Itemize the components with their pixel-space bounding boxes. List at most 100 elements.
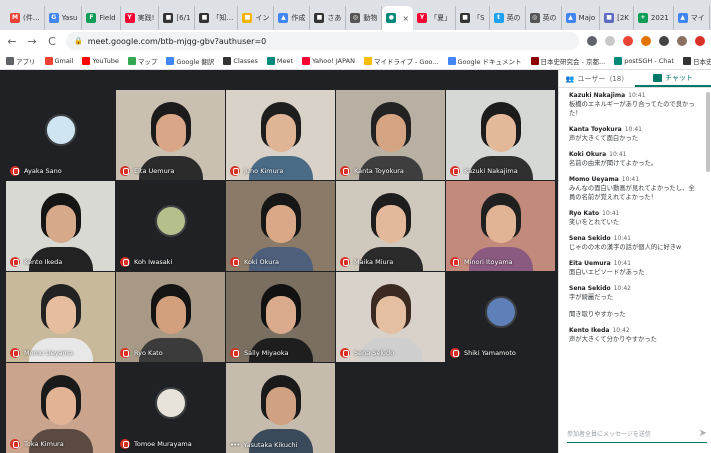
- participant-tile[interactable]: Sally Miyaoka: [226, 272, 335, 362]
- tab-favicon-icon: ■: [460, 13, 471, 23]
- meet-side-panel: 👥 ユーザー（18） チャット Kazuki Nakajima 10:41 板橋のエ…: [558, 70, 711, 453]
- mic-muted-icon: [120, 257, 130, 267]
- bookmark-item[interactable]: Google 翻訳: [166, 56, 214, 66]
- extension-icon[interactable]: [623, 36, 633, 46]
- bookmark-item[interactable]: Meet: [266, 56, 293, 65]
- sender-name: Sena Sekido: [569, 235, 611, 242]
- participant-tile[interactable]: Ryo Kato: [116, 272, 225, 362]
- browser-tab[interactable]: F Field: [82, 6, 121, 30]
- participant-name: Kanta Toyokura: [354, 167, 404, 175]
- bookmark-item[interactable]: Gmail: [44, 56, 73, 65]
- browser-tab[interactable]: ■ イン: [238, 6, 275, 30]
- browser-tab[interactable]: +2021: [634, 6, 674, 30]
- participant-tile[interactable]: Ayaka Sano: [6, 90, 115, 180]
- star-icon[interactable]: [605, 36, 615, 46]
- participant-tile[interactable]: Maika Miura: [336, 181, 445, 271]
- tab-people[interactable]: 👥 ユーザー（18）: [559, 70, 635, 87]
- participant-tile[interactable]: Koh Iwasaki: [116, 181, 225, 271]
- participant-name: Juno Kimura: [244, 167, 284, 175]
- browser-tab[interactable]: Y 「夏」: [413, 6, 457, 30]
- browser-tab[interactable]: M (件…: [6, 6, 45, 30]
- participant-tile[interactable]: Tomoe Murayama: [116, 363, 225, 453]
- lock-icon: 🔒: [74, 37, 83, 45]
- participant-tile[interactable]: Eita Uemura: [116, 90, 225, 180]
- participant-tile[interactable]: Kanta Toyokura: [336, 90, 445, 180]
- back-icon[interactable]: ←: [6, 35, 18, 48]
- browser-tab[interactable]: ● ×: [382, 6, 414, 30]
- participant-tile[interactable]: Juno Kimura: [226, 90, 335, 180]
- bookmark-item[interactable]: アプリ: [6, 56, 36, 66]
- tab-title: さあ: [327, 14, 342, 22]
- chat-message: Kento Ikeda 10:42 声が大きくて分かりやすかった: [569, 327, 697, 344]
- profile-avatar[interactable]: [677, 36, 687, 46]
- bookmark-item[interactable]: YouTube: [82, 56, 119, 65]
- people-tab-label: ユーザー（18）: [577, 74, 629, 83]
- bookmark-item[interactable]: postSGH - Chat: [614, 56, 674, 65]
- chat-compose-field[interactable]: 参加者全員にメッセージを送信 ➤: [567, 425, 707, 443]
- bookmark-item[interactable]: Classes: [223, 56, 258, 65]
- send-icon[interactable]: ➤: [699, 428, 707, 439]
- bookmark-label: Google ドキュメント: [457, 57, 522, 66]
- tab-favicon-icon: Y: [417, 13, 428, 23]
- chat-scrollbar[interactable]: [706, 92, 710, 172]
- browser-tab[interactable]: ■ 「知…: [195, 6, 239, 30]
- participant-face: [375, 205, 406, 243]
- extension-icon-2[interactable]: [641, 36, 651, 46]
- participant-tile[interactable]: Sena Sekido: [336, 272, 445, 362]
- participant-name: Toka Kimura: [24, 440, 64, 448]
- browser-tab[interactable]: t 英の: [490, 6, 526, 30]
- tab-favicon-icon: ■: [163, 13, 174, 23]
- participant-name-label: Kento Ikeda: [10, 257, 62, 267]
- bookmark-item[interactable]: Yahoo! JAPAN: [302, 56, 355, 65]
- browser-tab[interactable]: G Yasu: [45, 6, 83, 30]
- participant-tile[interactable]: Shiki Yamamoto: [446, 272, 555, 362]
- participant-tile[interactable]: Momo Ueyama: [6, 272, 115, 362]
- browser-tab[interactable]: ■ 「S: [456, 6, 490, 30]
- participant-name-label: Maika Miura: [340, 257, 393, 267]
- tab-chat[interactable]: チャット: [635, 70, 711, 87]
- participant-tile[interactable]: Minori Itoyama: [446, 181, 555, 271]
- browser-tab[interactable]: ◎ 動物: [346, 6, 383, 30]
- browser-tab[interactable]: ■ [2K: [600, 6, 634, 30]
- participant-tile[interactable]: ••• Yasutaka Kikuchi: [226, 363, 335, 453]
- meet-video-grid: Ayaka Sano Eita Uemura Juno Kimura Kanta To…: [0, 70, 558, 453]
- participant-name: Koh Iwasaki: [134, 258, 173, 266]
- sender-name: Kazuki Nakajima: [569, 92, 626, 99]
- tab-title: 実践!: [137, 14, 155, 22]
- camera-icon[interactable]: [587, 36, 597, 46]
- mic-muted-icon: [10, 257, 20, 267]
- participant-tile[interactable]: Kento Ikeda: [6, 181, 115, 271]
- close-tab-icon[interactable]: ×: [402, 14, 409, 23]
- bookmark-item[interactable]: マイドライブ - Goo...: [363, 56, 439, 66]
- participant-face: [45, 205, 76, 243]
- bookmark-item[interactable]: マップ: [127, 56, 158, 66]
- participant-tile[interactable]: Koki Okura: [226, 181, 335, 271]
- bookmark-item[interactable]: 日本史研究会: [682, 56, 711, 66]
- browser-tab[interactable]: ▲ Majo: [562, 6, 601, 30]
- bookmark-favicon-icon: [363, 56, 372, 65]
- bookmark-item[interactable]: Google ドキュメント: [447, 56, 522, 66]
- tab-favicon-icon: ▲: [565, 13, 576, 23]
- browser-tab[interactable]: ▲ マイ: [674, 6, 710, 30]
- more-options-icon[interactable]: •••: [230, 441, 240, 449]
- participant-name: Ryo Kato: [134, 349, 163, 357]
- bookmark-label: postSGH - Chat: [624, 56, 674, 65]
- forward-icon[interactable]: →: [26, 35, 38, 48]
- browser-tab[interactable]: Y 実践!: [121, 6, 160, 30]
- browser-tab[interactable]: ■ さあ: [310, 6, 347, 30]
- extensions-puzzle-icon[interactable]: [659, 36, 669, 46]
- participant-face: [45, 387, 76, 425]
- bookmark-item[interactable]: 日本史研究会 - 京都...: [530, 56, 605, 66]
- bookmark-label: マップ: [137, 57, 158, 66]
- participant-name: Sally Miyaoka: [244, 349, 289, 357]
- update-icon[interactable]: [695, 36, 705, 46]
- reload-icon[interactable]: C: [46, 35, 58, 48]
- tab-title: 「夏」: [430, 14, 452, 22]
- browser-tab[interactable]: ◎ 英の: [526, 6, 562, 30]
- participant-tile[interactable]: Kazuki Nakajima: [446, 90, 555, 180]
- participant-avatar: [154, 386, 187, 419]
- url-field[interactable]: 🔒 meet.google.com/btb-mjqg-gbv?authuser=…: [66, 32, 579, 50]
- browser-tab[interactable]: ▲ 作成: [274, 6, 311, 30]
- browser-tab[interactable]: ■ [6/1: [159, 6, 196, 30]
- participant-tile[interactable]: Toka Kimura: [6, 363, 115, 453]
